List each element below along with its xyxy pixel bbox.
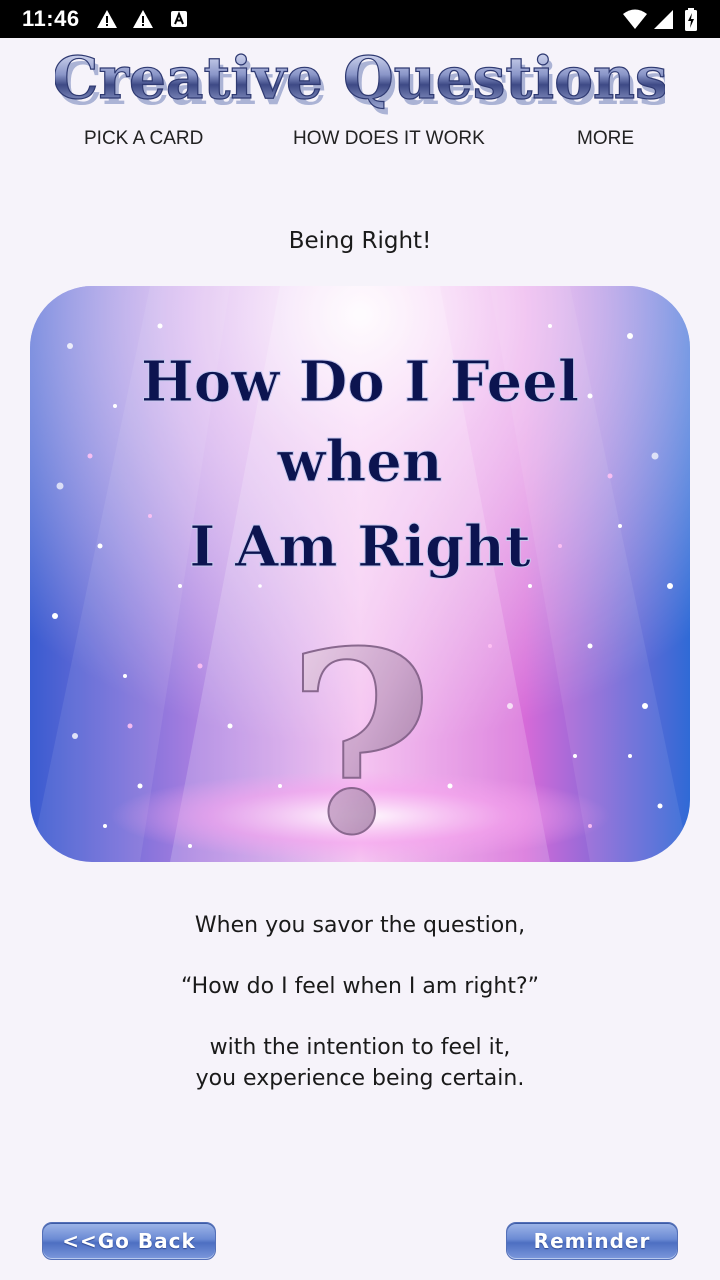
card-title: Being Right! [288, 228, 432, 254]
warning-icon [96, 9, 118, 29]
wifi-icon [622, 8, 648, 35]
question-mark-icon: ? [287, 596, 433, 862]
nav-how-does-it-work[interactable]: HOW DOES IT WORK [293, 128, 485, 150]
top-nav: PICK A CARD HOW DOES IT WORK MORE [0, 124, 720, 158]
body-line-2: “How do I feel when I am right?” [180, 974, 540, 999]
body-line-4: you experience being certain. [195, 1066, 525, 1091]
body-line-3: with the intention to feel it, [209, 1035, 511, 1060]
text-a-icon [170, 9, 192, 29]
body-line-1: When you savor the question, [194, 913, 526, 938]
go-back-button[interactable]: <<Go Back [42, 1222, 216, 1260]
reminder-button[interactable]: Reminder [506, 1222, 678, 1260]
signal-icon [652, 8, 674, 35]
app-logo: Creative Questions Creative Questions [52, 43, 672, 118]
card-image-line-1: How Do I Feel [141, 349, 579, 415]
battery-charging-icon [684, 8, 698, 37]
logo-text: Creative Questions [55, 46, 665, 112]
status-bar: 11:46 [0, 0, 720, 38]
card-image-line-2: when [276, 429, 442, 495]
status-time: 11:46 [22, 6, 80, 31]
nav-pick-a-card[interactable]: PICK A CARD [84, 128, 203, 150]
card-image-line-3: I Am Right [189, 514, 531, 580]
question-card-image: How Do I Feel when I Am Right ? [30, 286, 690, 862]
warning-icon [132, 9, 154, 29]
nav-more[interactable]: MORE [577, 128, 634, 150]
